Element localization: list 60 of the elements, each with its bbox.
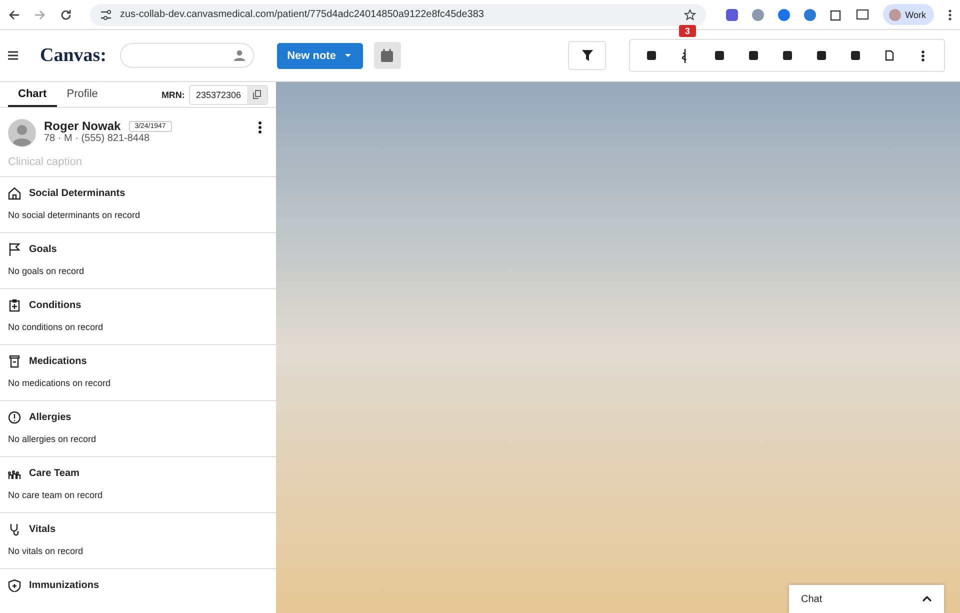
section-title[interactable]: Vitals (29, 524, 56, 535)
bookmark-star-icon[interactable] (684, 8, 696, 20)
document-icon (884, 50, 894, 61)
empty-state-text: No care team on record (8, 490, 104, 500)
mrn-label: MRN: (161, 90, 185, 100)
mrn-field: 235372306 (188, 84, 268, 104)
back-icon[interactable] (8, 8, 20, 20)
more-icon (921, 50, 925, 62)
extension-icon[interactable] (778, 8, 790, 20)
pill-bottle-icon (8, 355, 21, 368)
more-icon[interactable] (258, 121, 262, 134)
reload-icon[interactable] (60, 8, 72, 20)
section-title[interactable]: Care Team (29, 468, 80, 479)
empty-state-text: No vitals on record (8, 546, 84, 556)
chevron-icon[interactable] (922, 596, 932, 602)
calendar-icon (381, 49, 394, 62)
site-settings-icon[interactable] (100, 10, 112, 20)
alert-icon (8, 411, 21, 424)
copy-icon (253, 90, 261, 99)
chat-panel[interactable]: Chat (789, 585, 944, 613)
shield-icon (8, 579, 21, 592)
patient-name: Roger Nowak (44, 119, 121, 133)
section-title[interactable]: Medications (29, 356, 87, 367)
menu-icon[interactable] (8, 51, 18, 60)
tab[interactable]: Chart (8, 82, 57, 107)
chat-title: Chat (801, 594, 822, 604)
logo[interactable]: Canvas: (40, 44, 107, 66)
patient-search-field[interactable] (120, 43, 254, 68)
section-title[interactable]: Allergies (29, 412, 72, 423)
empty-state-text: No conditions on record (8, 322, 104, 332)
section-title[interactable]: Immunizations (29, 580, 100, 591)
section-title[interactable]: Goals (29, 244, 57, 255)
extension-icon[interactable] (752, 8, 764, 20)
avatar-silhouette (8, 119, 36, 147)
copy-button[interactable] (247, 86, 267, 104)
more-icon[interactable] (948, 8, 952, 20)
url-text: zus-collab-dev.canvasmedical.com/patient/775d4adc24014850a9122e8fc45de383 (120, 9, 485, 20)
section-title[interactable]: Social Determinants (29, 188, 126, 199)
empty-state-text: No social determinants on record (8, 210, 142, 220)
extension-icon[interactable] (726, 8, 738, 20)
flag-icon (8, 243, 21, 256)
house-icon (8, 187, 21, 200)
empty-state-text: No allergies on record (8, 434, 98, 444)
section-title[interactable]: Conditions (29, 300, 82, 311)
notification-badge: 3 (679, 24, 696, 36)
profile-button[interactable]: Work (883, 4, 934, 25)
stethoscope-icon (8, 523, 21, 536)
new-note-button[interactable]: New note (276, 42, 363, 68)
extension-icon[interactable] (804, 8, 816, 20)
calendar-button[interactable] (374, 42, 401, 69)
empty-state-text: No medications on record (8, 378, 112, 388)
address-bar[interactable]: zus-collab-dev.canvasmedical.com/patient/775d4adc24014850a9122e8fc45de383 (90, 4, 706, 26)
empty-state-text: No goals on record (8, 266, 86, 276)
clipboard-icon (8, 299, 21, 312)
person-icon (234, 50, 245, 61)
filter-icon (582, 50, 592, 61)
caret-icon (344, 53, 352, 58)
filter-button[interactable] (568, 41, 606, 70)
tab[interactable]: Profile (56, 82, 108, 107)
patient-details: 78 · M · (555) 821-8448 (44, 133, 151, 144)
